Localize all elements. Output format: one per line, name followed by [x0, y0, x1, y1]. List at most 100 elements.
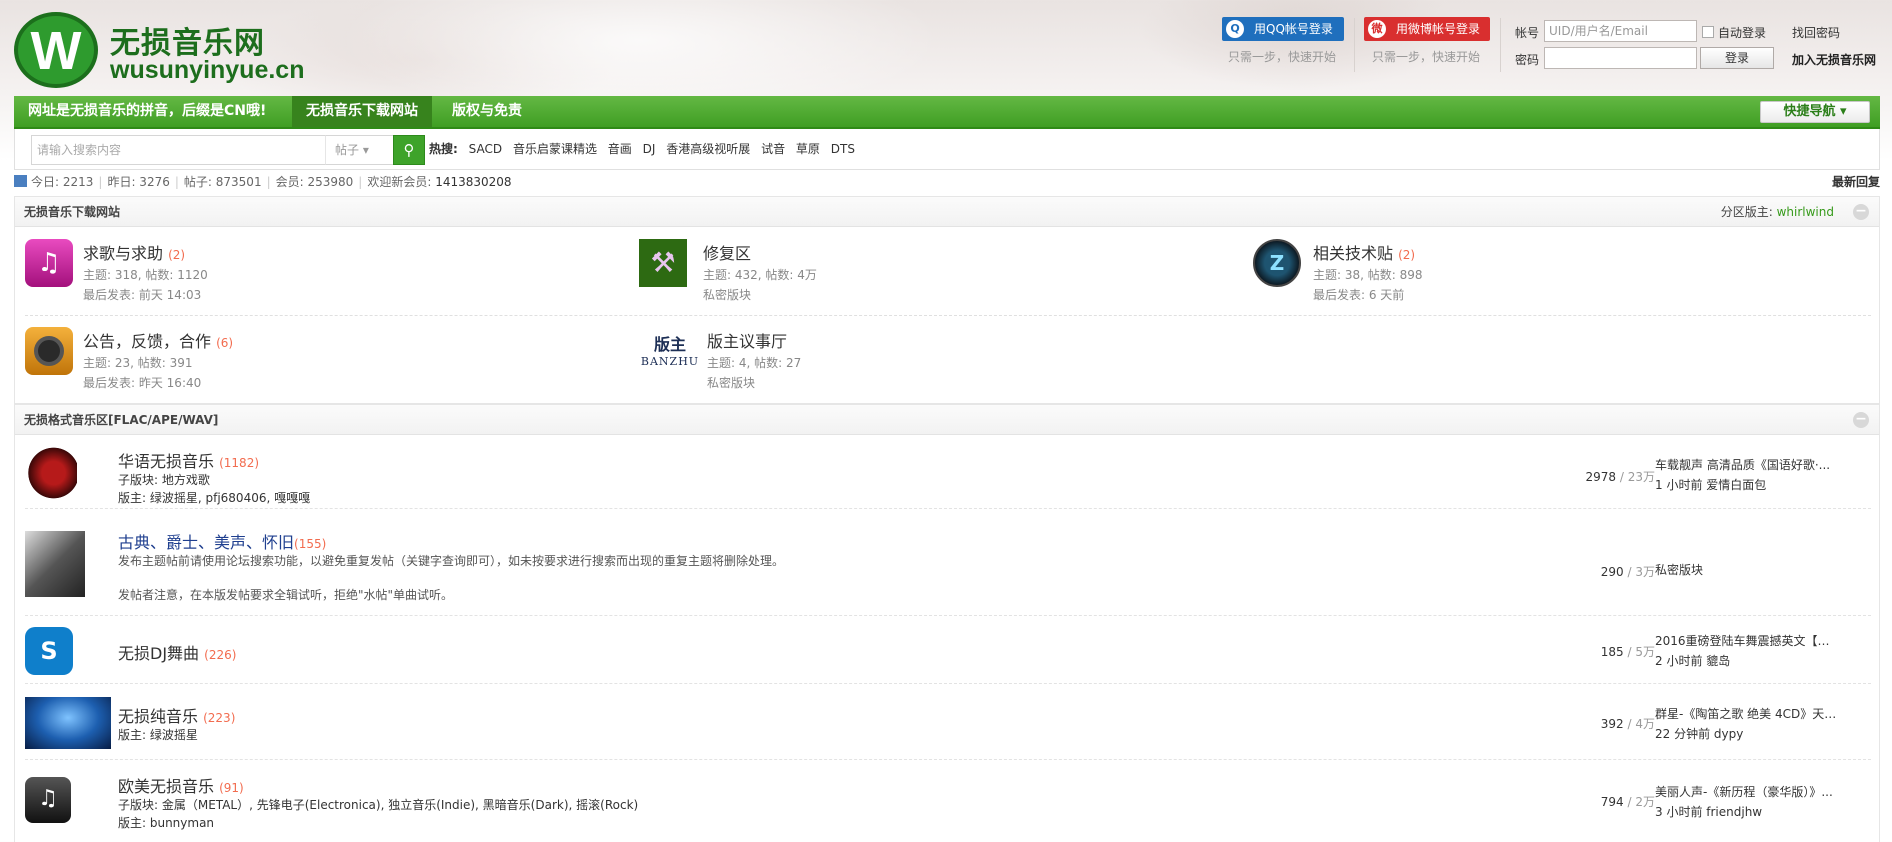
auto-login-checkbox[interactable]: [1702, 26, 1714, 38]
main-nav: 网址是无损音乐的拼音，后缀是CN哦! 无损音乐下载网站 版权与免责 快捷导航 ▾: [14, 96, 1880, 129]
forum-title[interactable]: 无损DJ舞曲 (226): [118, 640, 236, 664]
weibo-login-tip: 只需一步，快速开始: [1372, 50, 1481, 64]
forum-section-download: 无损音乐下载网站 分区版主: whirlwind − ♫ 求歌与求助 (2) 主…: [14, 196, 1880, 404]
music-app-icon[interactable]: ♫: [25, 777, 71, 823]
forum-stats: 392 / 4万: [1600, 717, 1655, 731]
hot-word[interactable]: 试音: [761, 142, 785, 156]
stat-posts: 帖子: 873501: [183, 175, 262, 189]
forum-meta: 主题: 432, 帖数: 4万: [703, 268, 817, 282]
forum-subforums[interactable]: 子版块: 地方戏歌: [118, 472, 210, 489]
music-note-icon[interactable]: ♫: [25, 239, 73, 287]
quick-nav-button[interactable]: 快捷导航 ▾: [1760, 101, 1870, 123]
nav-item-download[interactable]: 无损音乐下载网站: [292, 96, 432, 127]
forum-title[interactable]: 修复区: [703, 240, 751, 264]
shazam-icon[interactable]: S: [25, 627, 73, 675]
hot-word[interactable]: DJ: [643, 142, 656, 156]
search-icon: ⚲: [403, 141, 415, 159]
auto-login-label[interactable]: 自动登录: [1718, 24, 1766, 41]
row-divider: [25, 315, 1871, 316]
section-header: 无损音乐下载网站 分区版主: whirlwind −: [15, 197, 1879, 227]
forum-last-post[interactable]: 最后发表: 昨天 16:40: [83, 373, 201, 393]
hot-word[interactable]: 香港高级视听展: [666, 142, 750, 156]
find-password-link[interactable]: 找回密码: [1792, 24, 1840, 41]
forum-last-post[interactable]: 最后发表: 6 天前: [1313, 285, 1404, 305]
join-link[interactable]: 加入无损音乐网: [1792, 51, 1876, 68]
headphones-thumbnail[interactable]: [25, 447, 77, 499]
row-divider: [25, 683, 1871, 684]
section-title[interactable]: 无损格式音乐区[FLAC/APE/WAV]: [24, 413, 218, 427]
weibo-login-label: 用微博帐号登录: [1396, 22, 1481, 36]
collapse-icon[interactable]: −: [1853, 412, 1869, 428]
forum-stats: 185 / 5万: [1600, 645, 1655, 659]
chart-icon: [14, 175, 27, 187]
forum-moderators[interactable]: 版主: bunnyman: [118, 815, 214, 832]
qq-login-label: 用QQ帐号登录: [1254, 22, 1333, 36]
search-input[interactable]: 请输入搜索内容: [31, 135, 326, 165]
forum-private: 私密版块: [703, 288, 752, 302]
forum-last-post[interactable]: 美丽人声-《新历程（豪华版）》... 3 小时前 friendjhw: [1655, 782, 1841, 822]
qq-login-tip: 只需一步，快速开始: [1228, 50, 1337, 64]
forum-title[interactable]: 相关技术贴 (2): [1313, 240, 1415, 264]
forum-stats: 794 / 2万: [1600, 795, 1655, 809]
forum-last-post[interactable]: 车载靓声 高清品质《国语好歌·... 1 小时前 爱情白面包: [1655, 455, 1841, 495]
row-divider: [25, 759, 1871, 760]
forum-moderators[interactable]: 版主: 绿波摇星: [118, 727, 198, 744]
collapse-icon[interactable]: −: [1853, 204, 1869, 220]
hot-search: 热搜: SACD 音乐启蒙课精选 音画 DJ 香港高级视听展 试音 草原 DTS: [429, 129, 862, 170]
hot-word[interactable]: SACD: [469, 142, 502, 156]
search-button[interactable]: ⚲: [393, 135, 425, 165]
forum-last-post[interactable]: 2016重磅登陆车舞震撼英文【车舞... 2 小时前 貔岛: [1655, 631, 1841, 671]
search-type-select[interactable]: 帖子 ▾: [325, 135, 395, 165]
stat-members: 会员: 253980: [275, 175, 354, 189]
nav-item-copyright[interactable]: 版权与免责: [438, 96, 536, 127]
forum-description: 发布主题帖前请使用论坛搜索功能，以避免重复发帖（关键字查询即可），如未按要求进行…: [118, 554, 785, 568]
forum-private: 私密版块: [1655, 563, 1704, 577]
divider: [1500, 18, 1501, 72]
search-bar: 请输入搜索内容 帖子 ▾ ⚲ 热搜: SACD 音乐启蒙课精选 音画 DJ 香港…: [14, 129, 1880, 170]
forum-title[interactable]: 无损纯音乐 (223): [118, 703, 235, 727]
forum-last-post[interactable]: 群星-《陶笛之歌 绝美 4CD》天籁... 22 分钟前 dypy: [1655, 704, 1841, 744]
welcome-label: 欢迎新会员:: [367, 175, 432, 189]
section-title[interactable]: 无损音乐下载网站: [24, 205, 120, 219]
hot-word[interactable]: 草原: [796, 142, 820, 156]
nav-item-url-tip[interactable]: 网址是无损音乐的拼音，后缀是CN哦!: [14, 96, 280, 127]
weibo-icon: 微: [1368, 20, 1386, 38]
qq-login-button[interactable]: Q 用QQ帐号登录: [1222, 17, 1344, 41]
new-member-link[interactable]: 1413830208: [435, 175, 511, 189]
forum-meta: 主题: 4, 帖数: 27: [707, 356, 802, 370]
forum-section-lossless: 无损格式音乐区[FLAC/APE/WAV] − 华语无损音乐 (1182) 子版…: [14, 404, 1880, 842]
conductor-thumbnail[interactable]: [25, 531, 85, 597]
forum-private: 私密版块: [707, 376, 756, 390]
forum-last-post[interactable]: 最后发表: 前天 14:03: [83, 285, 201, 305]
stat-yesterday: 昨日: 3276: [107, 175, 170, 189]
forum-title[interactable]: 求歌与求助 (2): [83, 240, 185, 264]
password-label: 密码: [1515, 53, 1540, 67]
forum-moderators[interactable]: 版主: 绿波摇星, pfj680406, 嘎嘎嘎: [118, 490, 310, 507]
latest-reply-link[interactable]: 最新回复: [1832, 172, 1880, 192]
hot-word[interactable]: DTS: [831, 142, 855, 156]
site-logo[interactable]: W 无损音乐网 wusunyinyue.cn: [14, 12, 304, 88]
banzhu-logo[interactable]: 版主 BANZHU: [639, 331, 701, 375]
site-stats: 今日: 2213 | 昨日: 3276 | 帖子: 873501 | 会员: 253980 |…: [14, 172, 1880, 192]
speaker-icon[interactable]: [25, 327, 73, 375]
forum-title[interactable]: 古典、爵士、美声、怀旧(155): [118, 529, 326, 553]
password-input[interactable]: [1544, 47, 1697, 69]
weibo-login-button[interactable]: 微 用微博帐号登录: [1364, 17, 1490, 41]
moderator-link[interactable]: whirlwind: [1777, 205, 1834, 219]
wrench-icon[interactable]: ⚒: [639, 239, 687, 287]
hot-word[interactable]: 音乐启蒙课精选: [513, 142, 597, 156]
piano-thumbnail[interactable]: [25, 697, 111, 749]
forum-title[interactable]: 版主议事厅: [707, 328, 787, 352]
forum-title[interactable]: 公告，反馈，合作 (6): [83, 328, 233, 352]
account-input[interactable]: UID/用户名/Email: [1544, 20, 1697, 42]
login-button[interactable]: 登录: [1700, 47, 1774, 69]
tech-icon[interactable]: Z: [1253, 239, 1301, 287]
divider: [1354, 18, 1355, 72]
row-divider: [25, 615, 1871, 616]
stat-today: 今日: 2213: [31, 175, 94, 189]
forum-title[interactable]: 欧美无损音乐 (91): [118, 773, 244, 797]
forum-title[interactable]: 华语无损音乐 (1182): [118, 448, 259, 472]
hot-word[interactable]: 音画: [608, 142, 632, 156]
forum-subforums[interactable]: 子版块: 金属（METAL）, 先锋电子(Electronica), 独立音乐(…: [118, 797, 638, 814]
site-domain: wusunyinyue.cn: [110, 56, 305, 84]
